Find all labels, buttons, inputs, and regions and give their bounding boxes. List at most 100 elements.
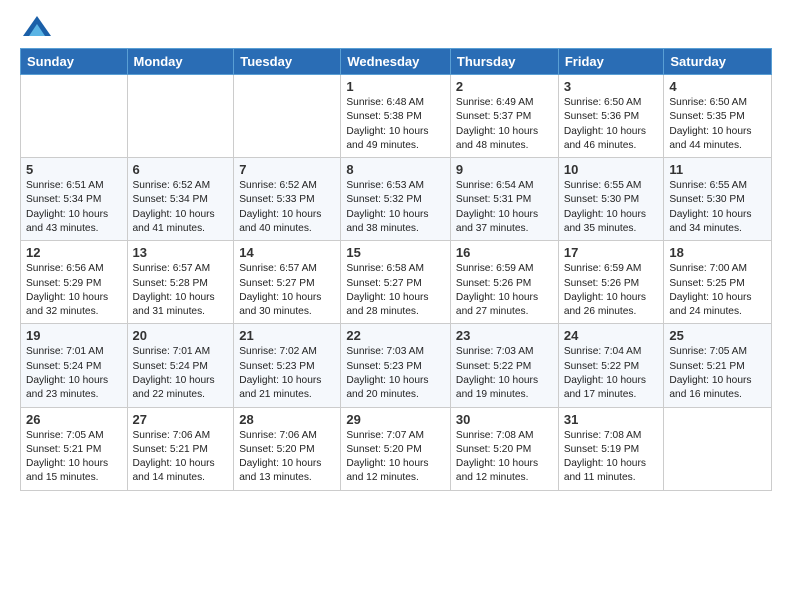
calendar-cell: 7Sunrise: 6:52 AM Sunset: 5:33 PM Daylig…	[234, 158, 341, 241]
calendar-cell: 24 Sunrise: 7:04 AM Sunset: 5:22 PM Dayli…	[558, 324, 664, 407]
logo-icon	[23, 16, 51, 38]
day-number: 1	[346, 79, 445, 94]
calendar-body: 1 Sunrise: 6:48 AM Sunset: 5:38 PM Daylig…	[21, 75, 772, 491]
day-number: 17	[564, 245, 659, 260]
calendar-cell	[127, 75, 234, 158]
calendar-cell: 19 Sunrise: 7:01 AM Sunset: 5:24 PM Dayli…	[21, 324, 128, 407]
day-number: 6	[133, 162, 229, 177]
day-number: 28	[239, 412, 335, 427]
calendar-cell: 5 Sunrise: 6:51 AM Sunset: 5:34 PM Daylig…	[21, 158, 128, 241]
day-info: Sunrise: 6:54 AM Sunset: 5:31 PM Dayligh…	[456, 179, 553, 236]
calendar-cell: 12Sunrise: 6:56 AM Sunset: 5:29 PM Dayli…	[21, 241, 128, 324]
day-info: Sunrise: 6:57 AM Sunset: 5:27 PM Dayligh…	[239, 262, 335, 319]
calendar-cell: 11 Sunrise: 6:55 AM Sunset: 5:30 PM Dayli…	[664, 158, 772, 241]
day-number: 5	[26, 162, 122, 177]
calendar-cell: 13 Sunrise: 6:57 AM Sunset: 5:28 PM Dayli…	[127, 241, 234, 324]
calendar-cell: 17 Sunrise: 6:59 AM Sunset: 5:26 PM Dayli…	[558, 241, 664, 324]
calendar-cell: 3 Sunrise: 6:50 AM Sunset: 5:36 PM Daylig…	[558, 75, 664, 158]
day-number: 21	[239, 328, 335, 343]
calendar-cell: 21 Sunrise: 7:02 AM Sunset: 5:23 PM Dayli…	[234, 324, 341, 407]
day-info: Sunrise: 7:08 AM Sunset: 5:19 PM Dayligh…	[564, 429, 659, 486]
calendar-cell: 8 Sunrise: 6:53 AM Sunset: 5:32 PM Daylig…	[341, 158, 451, 241]
calendar-cell: 22 Sunrise: 7:03 AM Sunset: 5:23 PM Dayli…	[341, 324, 451, 407]
header	[20, 16, 772, 40]
day-info: Sunrise: 6:50 AM Sunset: 5:36 PM Dayligh…	[564, 96, 659, 153]
calendar-cell: 31 Sunrise: 7:08 AM Sunset: 5:19 PM Dayli…	[558, 407, 664, 490]
calendar-cell: 2Sunrise: 6:49 AM Sunset: 5:37 PM Daylig…	[450, 75, 558, 158]
day-info: Sunrise: 6:49 AM Sunset: 5:37 PM Dayligh…	[456, 96, 553, 153]
day-number: 11	[669, 162, 766, 177]
day-info: Sunrise: 6:58 AM Sunset: 5:27 PM Dayligh…	[346, 262, 445, 319]
calendar-cell: 26 Sunrise: 7:05 AM Sunset: 5:21 PM Dayli…	[21, 407, 128, 490]
day-info: Sunrise: 7:03 AM Sunset: 5:22 PM Dayligh…	[456, 345, 553, 402]
col-wednesday: Wednesday	[341, 49, 451, 75]
day-info: Sunrise: 6:48 AM Sunset: 5:38 PM Dayligh…	[346, 96, 445, 153]
calendar-cell: 9 Sunrise: 6:54 AM Sunset: 5:31 PM Daylig…	[450, 158, 558, 241]
calendar-cell: 14 Sunrise: 6:57 AM Sunset: 5:27 PM Dayli…	[234, 241, 341, 324]
calendar-cell: 4Sunrise: 6:50 AM Sunset: 5:35 PM Daylig…	[664, 75, 772, 158]
logo-text	[20, 16, 51, 40]
day-info: Sunrise: 7:01 AM Sunset: 5:24 PM Dayligh…	[133, 345, 229, 402]
day-number: 31	[564, 412, 659, 427]
day-info: Sunrise: 7:05 AM Sunset: 5:21 PM Dayligh…	[669, 345, 766, 402]
day-number: 9	[456, 162, 553, 177]
calendar-cell	[21, 75, 128, 158]
day-info: Sunrise: 6:51 AM Sunset: 5:34 PM Dayligh…	[26, 179, 122, 236]
day-info: Sunrise: 7:01 AM Sunset: 5:24 PM Dayligh…	[26, 345, 122, 402]
calendar-cell: 29 Sunrise: 7:07 AM Sunset: 5:20 PM Dayli…	[341, 407, 451, 490]
calendar-table: Sunday Monday Tuesday Wednesday Thursday…	[20, 48, 772, 491]
day-number: 27	[133, 412, 229, 427]
col-friday: Friday	[558, 49, 664, 75]
day-number: 25	[669, 328, 766, 343]
calendar-cell: 16Sunrise: 6:59 AM Sunset: 5:26 PM Dayli…	[450, 241, 558, 324]
calendar-week-5: 26 Sunrise: 7:05 AM Sunset: 5:21 PM Dayli…	[21, 407, 772, 490]
day-info: Sunrise: 7:06 AM Sunset: 5:20 PM Dayligh…	[239, 429, 335, 486]
day-number: 3	[564, 79, 659, 94]
calendar-cell: 15 Sunrise: 6:58 AM Sunset: 5:27 PM Dayli…	[341, 241, 451, 324]
day-number: 15	[346, 245, 445, 260]
day-info: Sunrise: 7:04 AM Sunset: 5:22 PM Dayligh…	[564, 345, 659, 402]
day-number: 22	[346, 328, 445, 343]
day-info: Sunrise: 6:50 AM Sunset: 5:35 PM Dayligh…	[669, 96, 766, 153]
day-info: Sunrise: 6:52 AM Sunset: 5:33 PM Dayligh…	[239, 179, 335, 236]
calendar-cell: 18 Sunrise: 7:00 AM Sunset: 5:25 PM Dayli…	[664, 241, 772, 324]
day-info: Sunrise: 6:52 AM Sunset: 5:34 PM Dayligh…	[133, 179, 229, 236]
calendar-week-3: 12Sunrise: 6:56 AM Sunset: 5:29 PM Dayli…	[21, 241, 772, 324]
day-number: 13	[133, 245, 229, 260]
calendar-cell: 30Sunrise: 7:08 AM Sunset: 5:20 PM Dayli…	[450, 407, 558, 490]
calendar-cell: 23Sunrise: 7:03 AM Sunset: 5:22 PM Dayli…	[450, 324, 558, 407]
day-info: Sunrise: 7:08 AM Sunset: 5:20 PM Dayligh…	[456, 429, 553, 486]
day-info: Sunrise: 6:59 AM Sunset: 5:26 PM Dayligh…	[564, 262, 659, 319]
calendar-cell: 28 Sunrise: 7:06 AM Sunset: 5:20 PM Dayli…	[234, 407, 341, 490]
day-info: Sunrise: 7:06 AM Sunset: 5:21 PM Dayligh…	[133, 429, 229, 486]
calendar-header-row: Sunday Monday Tuesday Wednesday Thursday…	[21, 49, 772, 75]
day-number: 12	[26, 245, 122, 260]
day-info: Sunrise: 7:07 AM Sunset: 5:20 PM Dayligh…	[346, 429, 445, 486]
day-info: Sunrise: 7:05 AM Sunset: 5:21 PM Dayligh…	[26, 429, 122, 486]
day-info: Sunrise: 6:55 AM Sunset: 5:30 PM Dayligh…	[564, 179, 659, 236]
day-info: Sunrise: 6:53 AM Sunset: 5:32 PM Dayligh…	[346, 179, 445, 236]
day-number: 18	[669, 245, 766, 260]
day-number: 29	[346, 412, 445, 427]
day-number: 26	[26, 412, 122, 427]
day-info: Sunrise: 7:03 AM Sunset: 5:23 PM Dayligh…	[346, 345, 445, 402]
calendar-week-4: 19 Sunrise: 7:01 AM Sunset: 5:24 PM Dayli…	[21, 324, 772, 407]
calendar-cell	[234, 75, 341, 158]
page-container: Sunday Monday Tuesday Wednesday Thursday…	[0, 0, 792, 501]
day-number: 8	[346, 162, 445, 177]
day-number: 20	[133, 328, 229, 343]
col-thursday: Thursday	[450, 49, 558, 75]
calendar-cell	[664, 407, 772, 490]
col-tuesday: Tuesday	[234, 49, 341, 75]
col-saturday: Saturday	[664, 49, 772, 75]
day-number: 14	[239, 245, 335, 260]
day-number: 24	[564, 328, 659, 343]
day-info: Sunrise: 6:57 AM Sunset: 5:28 PM Dayligh…	[133, 262, 229, 319]
day-info: Sunrise: 7:00 AM Sunset: 5:25 PM Dayligh…	[669, 262, 766, 319]
calendar-cell: 20 Sunrise: 7:01 AM Sunset: 5:24 PM Dayli…	[127, 324, 234, 407]
calendar-week-1: 1 Sunrise: 6:48 AM Sunset: 5:38 PM Daylig…	[21, 75, 772, 158]
day-number: 19	[26, 328, 122, 343]
day-info: Sunrise: 6:55 AM Sunset: 5:30 PM Dayligh…	[669, 179, 766, 236]
day-info: Sunrise: 7:02 AM Sunset: 5:23 PM Dayligh…	[239, 345, 335, 402]
day-number: 10	[564, 162, 659, 177]
